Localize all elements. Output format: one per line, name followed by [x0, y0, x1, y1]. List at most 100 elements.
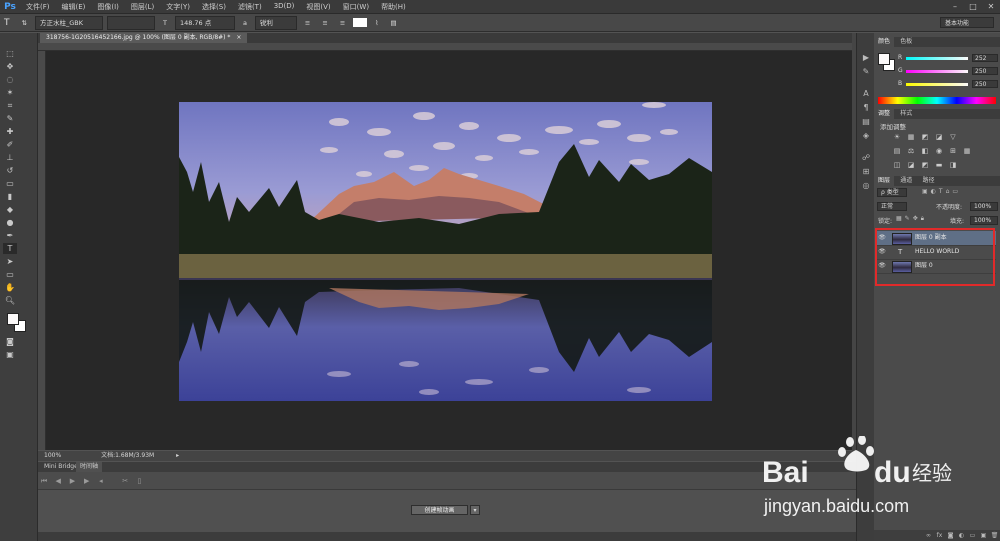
new-adjustment-icon[interactable]: ◐ — [956, 532, 967, 539]
link-layers-icon[interactable]: ∞ — [923, 532, 934, 539]
transition-icon[interactable]: ▯ — [133, 472, 145, 490]
create-dropdown-icon[interactable]: ▾ — [470, 505, 480, 515]
menu-item[interactable]: 编辑(E) — [56, 2, 92, 12]
blur-tool-icon[interactable]: ◆ — [3, 204, 17, 215]
photo-filter-icon[interactable]: ◉ — [933, 146, 945, 156]
black-white-icon[interactable]: ◧ — [919, 146, 931, 156]
antialias-select[interactable]: 锐利 — [254, 15, 297, 30]
menu-item[interactable]: 滤镜(T) — [232, 2, 268, 12]
layer-kind-filter[interactable]: ρ 类型 — [877, 188, 907, 197]
info-icon[interactable]: ☍ — [857, 151, 875, 165]
text-color-swatch[interactable] — [353, 18, 368, 27]
align-center-icon[interactable]: ≡ — [318, 17, 331, 29]
foreground-color-swatch[interactable] — [7, 313, 19, 325]
first-frame-icon[interactable]: ⏮ — [38, 472, 50, 490]
fill-field[interactable]: 100% — [970, 216, 998, 225]
blue-value-field[interactable]: 250 — [972, 80, 998, 88]
scissors-icon[interactable]: ✂ — [119, 472, 131, 490]
marquee-tool-icon[interactable]: ⬚ — [3, 48, 17, 59]
prev-frame-icon[interactable]: ◀ — [52, 472, 64, 490]
brush-tool-icon[interactable]: ✐ — [3, 139, 17, 150]
zoom-tool-icon[interactable]: 🔍︎ — [3, 295, 17, 306]
blend-mode-select[interactable]: 正常 — [877, 202, 907, 211]
minimize-button[interactable]: – — [946, 0, 964, 13]
tab-timeline[interactable]: 时间轴 — [76, 462, 103, 472]
type-tool-icon[interactable]: T — [3, 243, 17, 254]
menu-item[interactable]: 图层(L) — [125, 2, 160, 12]
eraser-tool-icon[interactable]: ▭ — [3, 178, 17, 189]
tab-swatches[interactable]: 色板 — [896, 37, 916, 47]
hand-tool-icon[interactable]: ✋ — [3, 282, 17, 293]
clone-source-icon[interactable]: ◈ — [857, 129, 875, 143]
text-tool-icon[interactable]: T — [0, 17, 14, 29]
history-brush-icon[interactable]: ↺ — [3, 165, 17, 176]
font-size-field[interactable]: 148.76 点 — [174, 15, 235, 30]
character-icon[interactable]: ¶ — [857, 101, 875, 115]
align-right-icon[interactable]: ≡ — [336, 17, 349, 29]
properties-icon[interactable]: ⊞ — [857, 165, 875, 179]
maximize-button[interactable]: □ — [964, 0, 982, 13]
path-select-icon[interactable]: ➤ — [3, 256, 17, 267]
font-style-select[interactable] — [106, 15, 155, 30]
exposure-icon[interactable]: ◪ — [933, 132, 945, 142]
menu-item[interactable]: 窗口(W) — [337, 2, 375, 12]
create-frame-animation-button[interactable]: 创建帧动画 — [411, 505, 468, 515]
blue-slider[interactable] — [906, 83, 968, 86]
tab-color[interactable]: 颜色 — [874, 37, 895, 47]
screen-mode-icon[interactable]: ▣ — [3, 349, 17, 360]
menu-item[interactable]: 文字(Y) — [160, 2, 196, 12]
color-spectrum-bar[interactable] — [878, 97, 996, 104]
channel-mixer-icon[interactable]: ⊞ — [947, 146, 959, 156]
levels-icon[interactable]: ▦ — [905, 132, 917, 142]
workspace-select[interactable]: 基本功能 — [940, 17, 994, 28]
tab-adjustments[interactable]: 调整 — [874, 109, 895, 119]
red-value-field[interactable]: 252 — [972, 54, 998, 62]
brush-panel-icon[interactable]: A — [857, 87, 875, 101]
green-slider[interactable] — [906, 70, 968, 73]
menu-item[interactable]: 视图(V) — [300, 2, 336, 12]
gradient-tool-icon[interactable]: ▮ — [3, 191, 17, 202]
pen-tool-icon[interactable]: ✒ — [3, 230, 17, 241]
eyedropper-icon[interactable]: ✎ — [3, 113, 17, 124]
shape-tool-icon[interactable]: ▭ — [3, 269, 17, 280]
tab-styles[interactable]: 样式 — [896, 109, 916, 119]
menu-item[interactable]: 文件(F) — [20, 2, 56, 12]
color-fg-swatch[interactable] — [878, 53, 890, 65]
menu-item[interactable]: 图像(I) — [91, 2, 125, 12]
lock-icons[interactable]: ▦✎✥🔒︎ — [896, 215, 927, 223]
invert-icon[interactable]: ◫ — [891, 160, 903, 170]
toggle-orientation-icon[interactable]: ⇅ — [18, 17, 31, 29]
color-balance-icon[interactable]: ⚖ — [905, 146, 917, 156]
filter-icons[interactable]: ▣◐T⌂▭ — [922, 188, 961, 195]
add-mask-icon[interactable]: ◙ — [945, 532, 956, 539]
fx-icon[interactable]: fx — [934, 532, 945, 539]
next-frame-icon[interactable]: ▶ — [81, 472, 93, 490]
color-lookup-icon[interactable]: ▦ — [961, 146, 973, 156]
menu-item[interactable]: 选择(S) — [196, 2, 232, 12]
warp-text-icon[interactable]: ⌇ — [371, 17, 382, 29]
vibrance-icon[interactable]: ▽ — [947, 132, 959, 142]
delete-layer-icon[interactable]: 🗑︎ — [989, 532, 1000, 539]
magic-wand-icon[interactable]: ✶ — [3, 87, 17, 98]
green-value-field[interactable]: 250 — [972, 67, 998, 75]
close-button[interactable]: ✕ — [982, 0, 1000, 13]
history-icon[interactable]: ▶ — [857, 51, 875, 65]
tab-close-icon[interactable]: × — [236, 34, 241, 41]
hue-sat-icon[interactable]: ▤ — [891, 146, 903, 156]
menu-item[interactable]: 3D(D) — [268, 2, 301, 12]
notes-icon[interactable]: ◎ — [857, 179, 875, 193]
new-layer-icon[interactable]: ▣ — [978, 532, 989, 539]
red-slider[interactable] — [906, 57, 968, 60]
play-icon[interactable]: ▶ — [66, 472, 78, 490]
doc-info[interactable]: 文档:1.68M/3.93M — [101, 452, 154, 459]
healing-brush-icon[interactable]: ✚ — [3, 126, 17, 137]
character-panel-icon[interactable]: ▤ — [386, 17, 400, 29]
tab-layers[interactable]: 图层 — [874, 176, 895, 186]
zoom-readout[interactable]: 100% — [44, 452, 61, 459]
new-group-icon[interactable]: ▭ — [967, 532, 978, 539]
selective-color-icon[interactable]: ◨ — [947, 160, 959, 170]
threshold-icon[interactable]: ◩ — [919, 160, 931, 170]
paragraph-icon[interactable]: ▤ — [857, 115, 875, 129]
crop-tool-icon[interactable]: ⌗ — [3, 100, 17, 111]
status-arrow-icon[interactable]: ▸ — [176, 452, 179, 459]
